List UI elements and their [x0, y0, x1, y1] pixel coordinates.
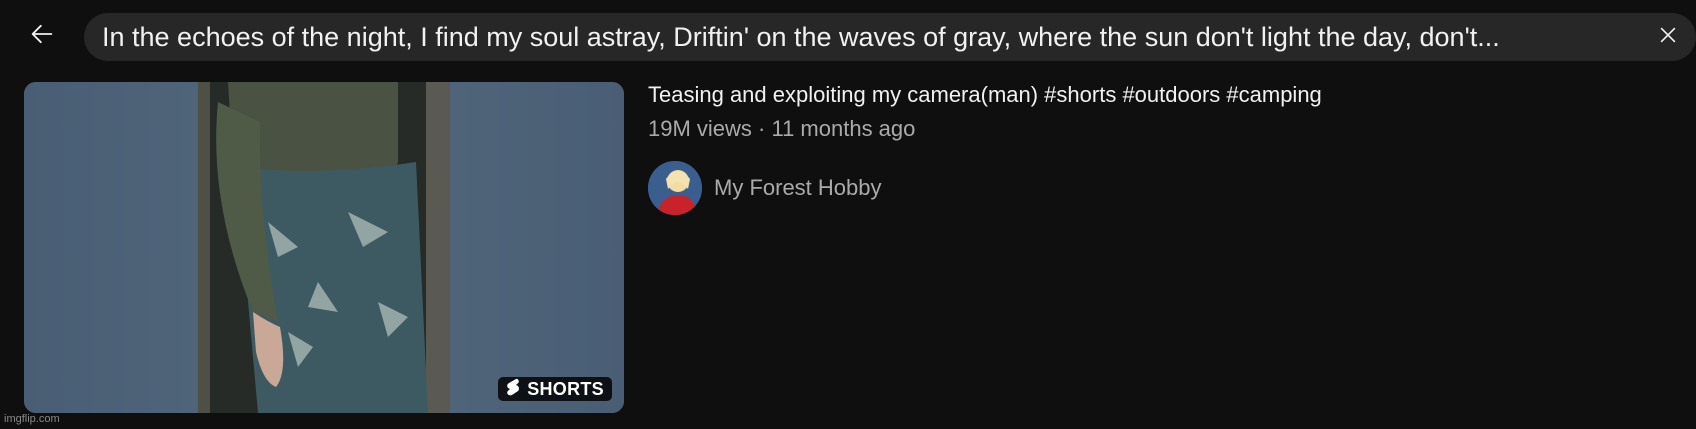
channel-name[interactable]: My Forest Hobby — [714, 175, 882, 201]
search-results-page: In the echoes of the night, I find my so… — [0, 0, 1696, 429]
thumbnail-blur-left — [24, 82, 198, 413]
video-title[interactable]: Teasing and exploiting my camera(man) #s… — [648, 81, 1678, 109]
thumbnail-blur-right — [450, 82, 624, 413]
shorts-badge-label: SHORTS — [527, 378, 604, 399]
clear-search-button[interactable] — [1650, 19, 1686, 55]
shorts-logo-icon — [506, 378, 520, 401]
search-input[interactable]: In the echoes of the night, I find my so… — [84, 13, 1696, 61]
watermark: imgflip.com — [4, 413, 60, 425]
search-query-text[interactable]: In the echoes of the night, I find my so… — [102, 13, 1632, 61]
close-icon — [1657, 24, 1679, 51]
video-metadata: 19M views · 11 months ago — [648, 116, 916, 141]
channel-link[interactable]: My Forest Hobby — [648, 160, 882, 216]
arrow-left-icon — [28, 20, 56, 53]
video-thumbnail[interactable]: SHORTS — [24, 82, 624, 413]
channel-avatar[interactable] — [648, 161, 702, 215]
back-button[interactable] — [22, 16, 62, 56]
shorts-badge: SHORTS — [498, 377, 612, 401]
thumbnail-image — [198, 82, 450, 413]
